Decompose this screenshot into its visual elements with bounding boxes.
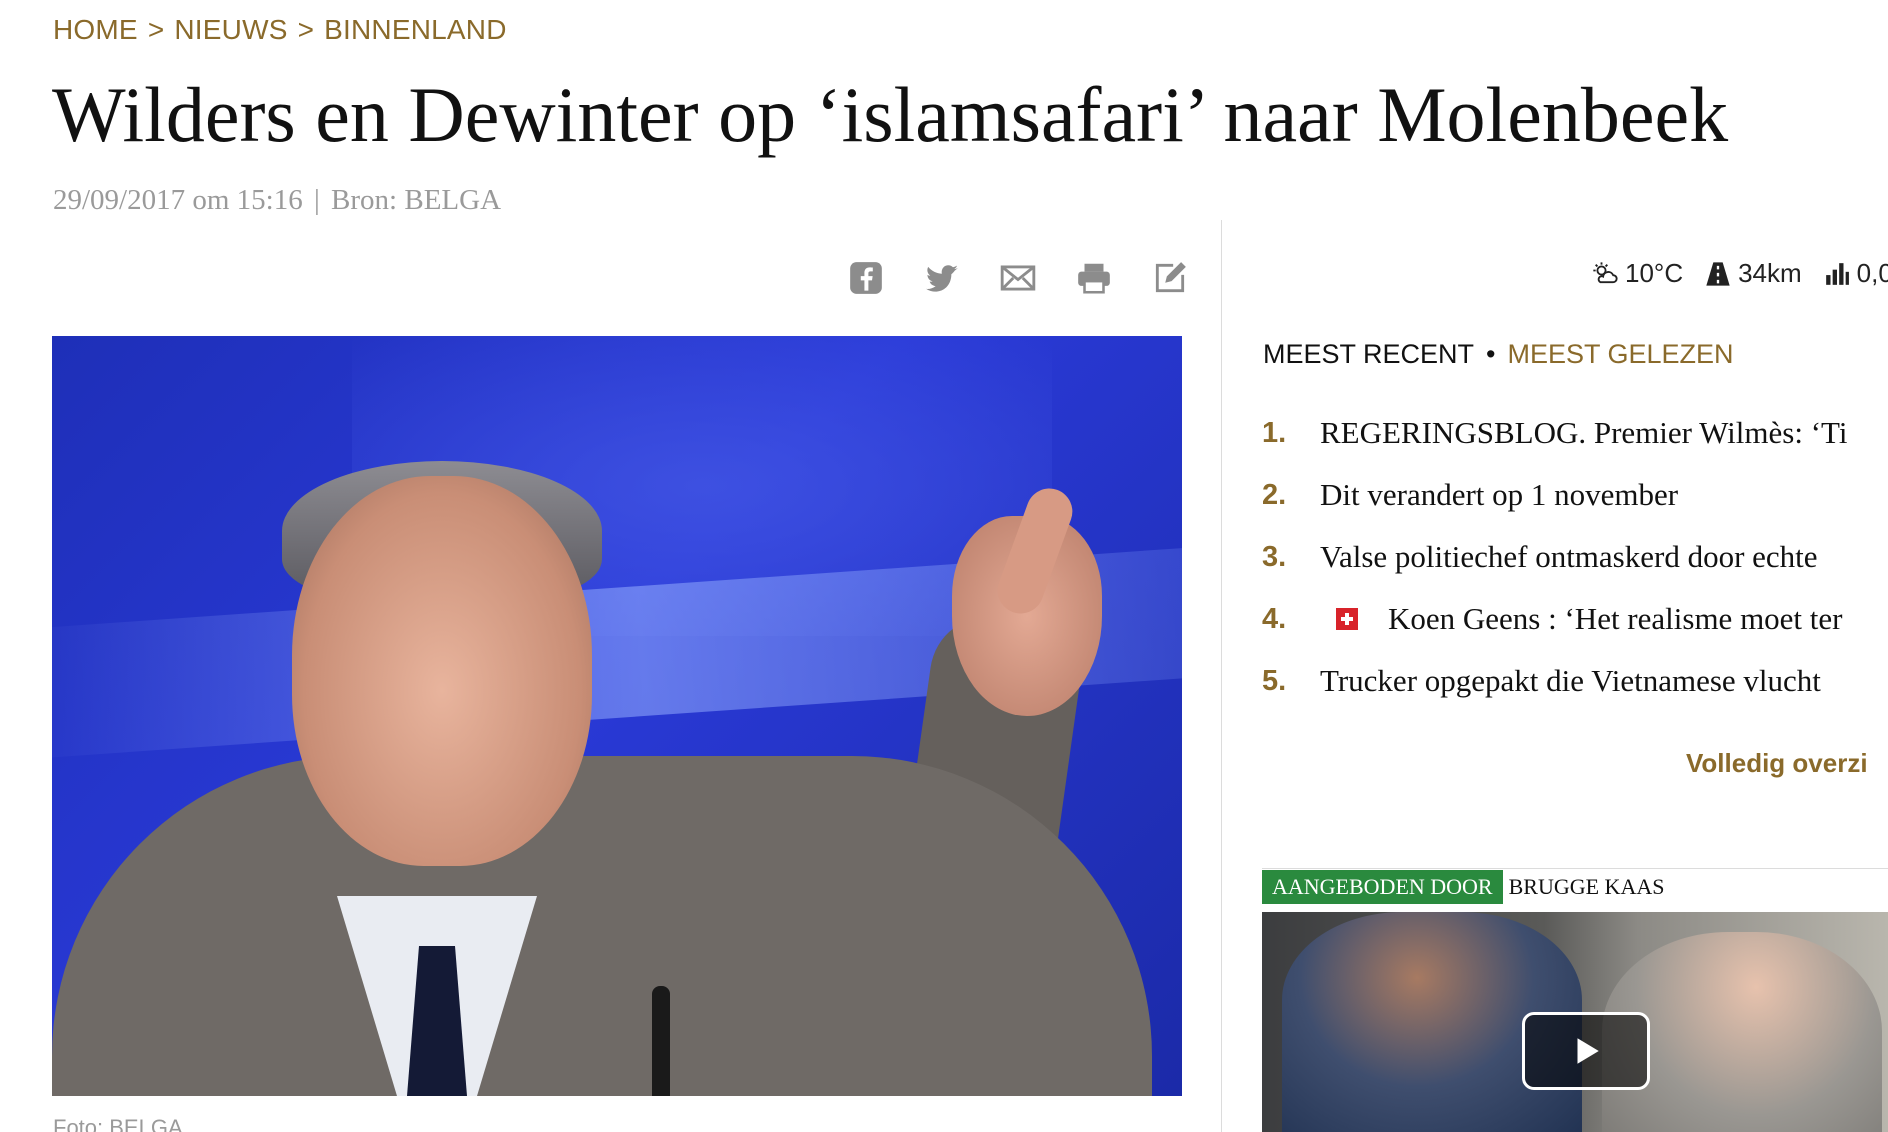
list-item-number: 2.: [1262, 478, 1287, 511]
partly-cloudy-icon: [1590, 259, 1620, 289]
list-item-title[interactable]: Trucker opgepakt die Vietnamese vlucht: [1320, 663, 1821, 699]
sponsored-video[interactable]: [1262, 912, 1888, 1132]
breadcrumb-binnenland[interactable]: BINNENLAND: [324, 14, 506, 46]
sponsor-header: AANGEBODEN DOOR BRUGGE KAAS: [1262, 870, 1664, 904]
column-divider: [1221, 220, 1222, 1132]
play-button[interactable]: [1522, 1012, 1650, 1090]
article-source: Bron: BELGA: [331, 184, 502, 216]
list-item-number: 4.: [1262, 602, 1287, 635]
list-item-number: 5.: [1262, 664, 1287, 697]
photo-caption: Foto: BELGA: [53, 1115, 183, 1132]
print-icon[interactable]: [1074, 258, 1114, 298]
twitter-icon[interactable]: [922, 258, 962, 298]
tab-separator: •: [1486, 339, 1496, 369]
tab-meest-recent[interactable]: MEEST RECENT: [1263, 339, 1474, 369]
breadcrumb-separator: >: [297, 14, 315, 45]
sidebar-tabs: MEEST RECENT • MEEST GELEZEN: [1263, 339, 1734, 370]
list-item-number: 3.: [1262, 540, 1287, 573]
article-meta: 29/09/2017 om 15:16 | Bron: BELGA: [53, 184, 501, 217]
sponsor-divider: [1262, 868, 1888, 869]
weather-index: 0,00: [1856, 258, 1888, 288]
premium-plus-icon: [1336, 608, 1358, 630]
tab-meest-gelezen[interactable]: MEEST GELEZEN: [1507, 339, 1733, 369]
list-item[interactable]: 1. REGERINGSBLOG. Premier Wilmès: ‘Ti: [1262, 402, 1847, 464]
full-overview-link[interactable]: Volledig overzi: [1686, 748, 1868, 779]
meta-separator: |: [313, 184, 320, 216]
sponsor-label: AANGEBODEN DOOR: [1262, 870, 1503, 904]
list-item[interactable]: 5. Trucker opgepakt die Vietnamese vluch…: [1262, 650, 1847, 712]
list-item-title[interactable]: Valse politiechef ontmaskerd door echte: [1320, 539, 1818, 575]
mail-icon[interactable]: [998, 258, 1038, 298]
breadcrumb-nieuws[interactable]: NIEUWS: [174, 14, 287, 46]
list-item[interactable]: 4. Koen Geens : ‘Het realisme moet ter: [1262, 588, 1847, 650]
weather-traffic: 34km: [1738, 258, 1802, 288]
recent-articles-list: 1. REGERINGSBLOG. Premier Wilmès: ‘Ti 2.…: [1262, 402, 1847, 712]
article-photo: [52, 336, 1182, 1096]
bar-chart-icon: [1822, 259, 1852, 289]
list-item[interactable]: 2. Dit verandert op 1 november: [1262, 464, 1847, 526]
breadcrumb-separator: >: [147, 14, 165, 45]
list-item-number: 1.: [1262, 416, 1287, 449]
traffic-road-icon: [1703, 259, 1733, 289]
breadcrumb: HOME > NIEUWS > BINNENLAND: [53, 14, 507, 46]
list-item-title[interactable]: Dit verandert op 1 november: [1320, 477, 1678, 513]
list-item-title[interactable]: Koen Geens : ‘Het realisme moet ter: [1388, 601, 1843, 637]
weather-bar[interactable]: 10°C 34km 0,00: [1590, 258, 1888, 289]
edit-icon[interactable]: [1150, 258, 1190, 298]
list-item-title[interactable]: REGERINGSBLOG. Premier Wilmès: ‘Ti: [1320, 415, 1847, 451]
share-toolbar: [846, 258, 1190, 298]
list-item[interactable]: 3. Valse politiechef ontmaskerd door ech…: [1262, 526, 1847, 588]
weather-temperature: 10°C: [1625, 258, 1684, 288]
facebook-icon[interactable]: [846, 258, 886, 298]
play-icon: [1577, 1038, 1599, 1064]
sponsor-name[interactable]: BRUGGE KAAS: [1509, 874, 1665, 900]
article-title: Wilders en Dewinter op ‘islamsafari’ naa…: [52, 71, 1729, 158]
breadcrumb-home[interactable]: HOME: [53, 14, 138, 46]
article-date: 29/09/2017 om 15:16: [53, 184, 303, 216]
